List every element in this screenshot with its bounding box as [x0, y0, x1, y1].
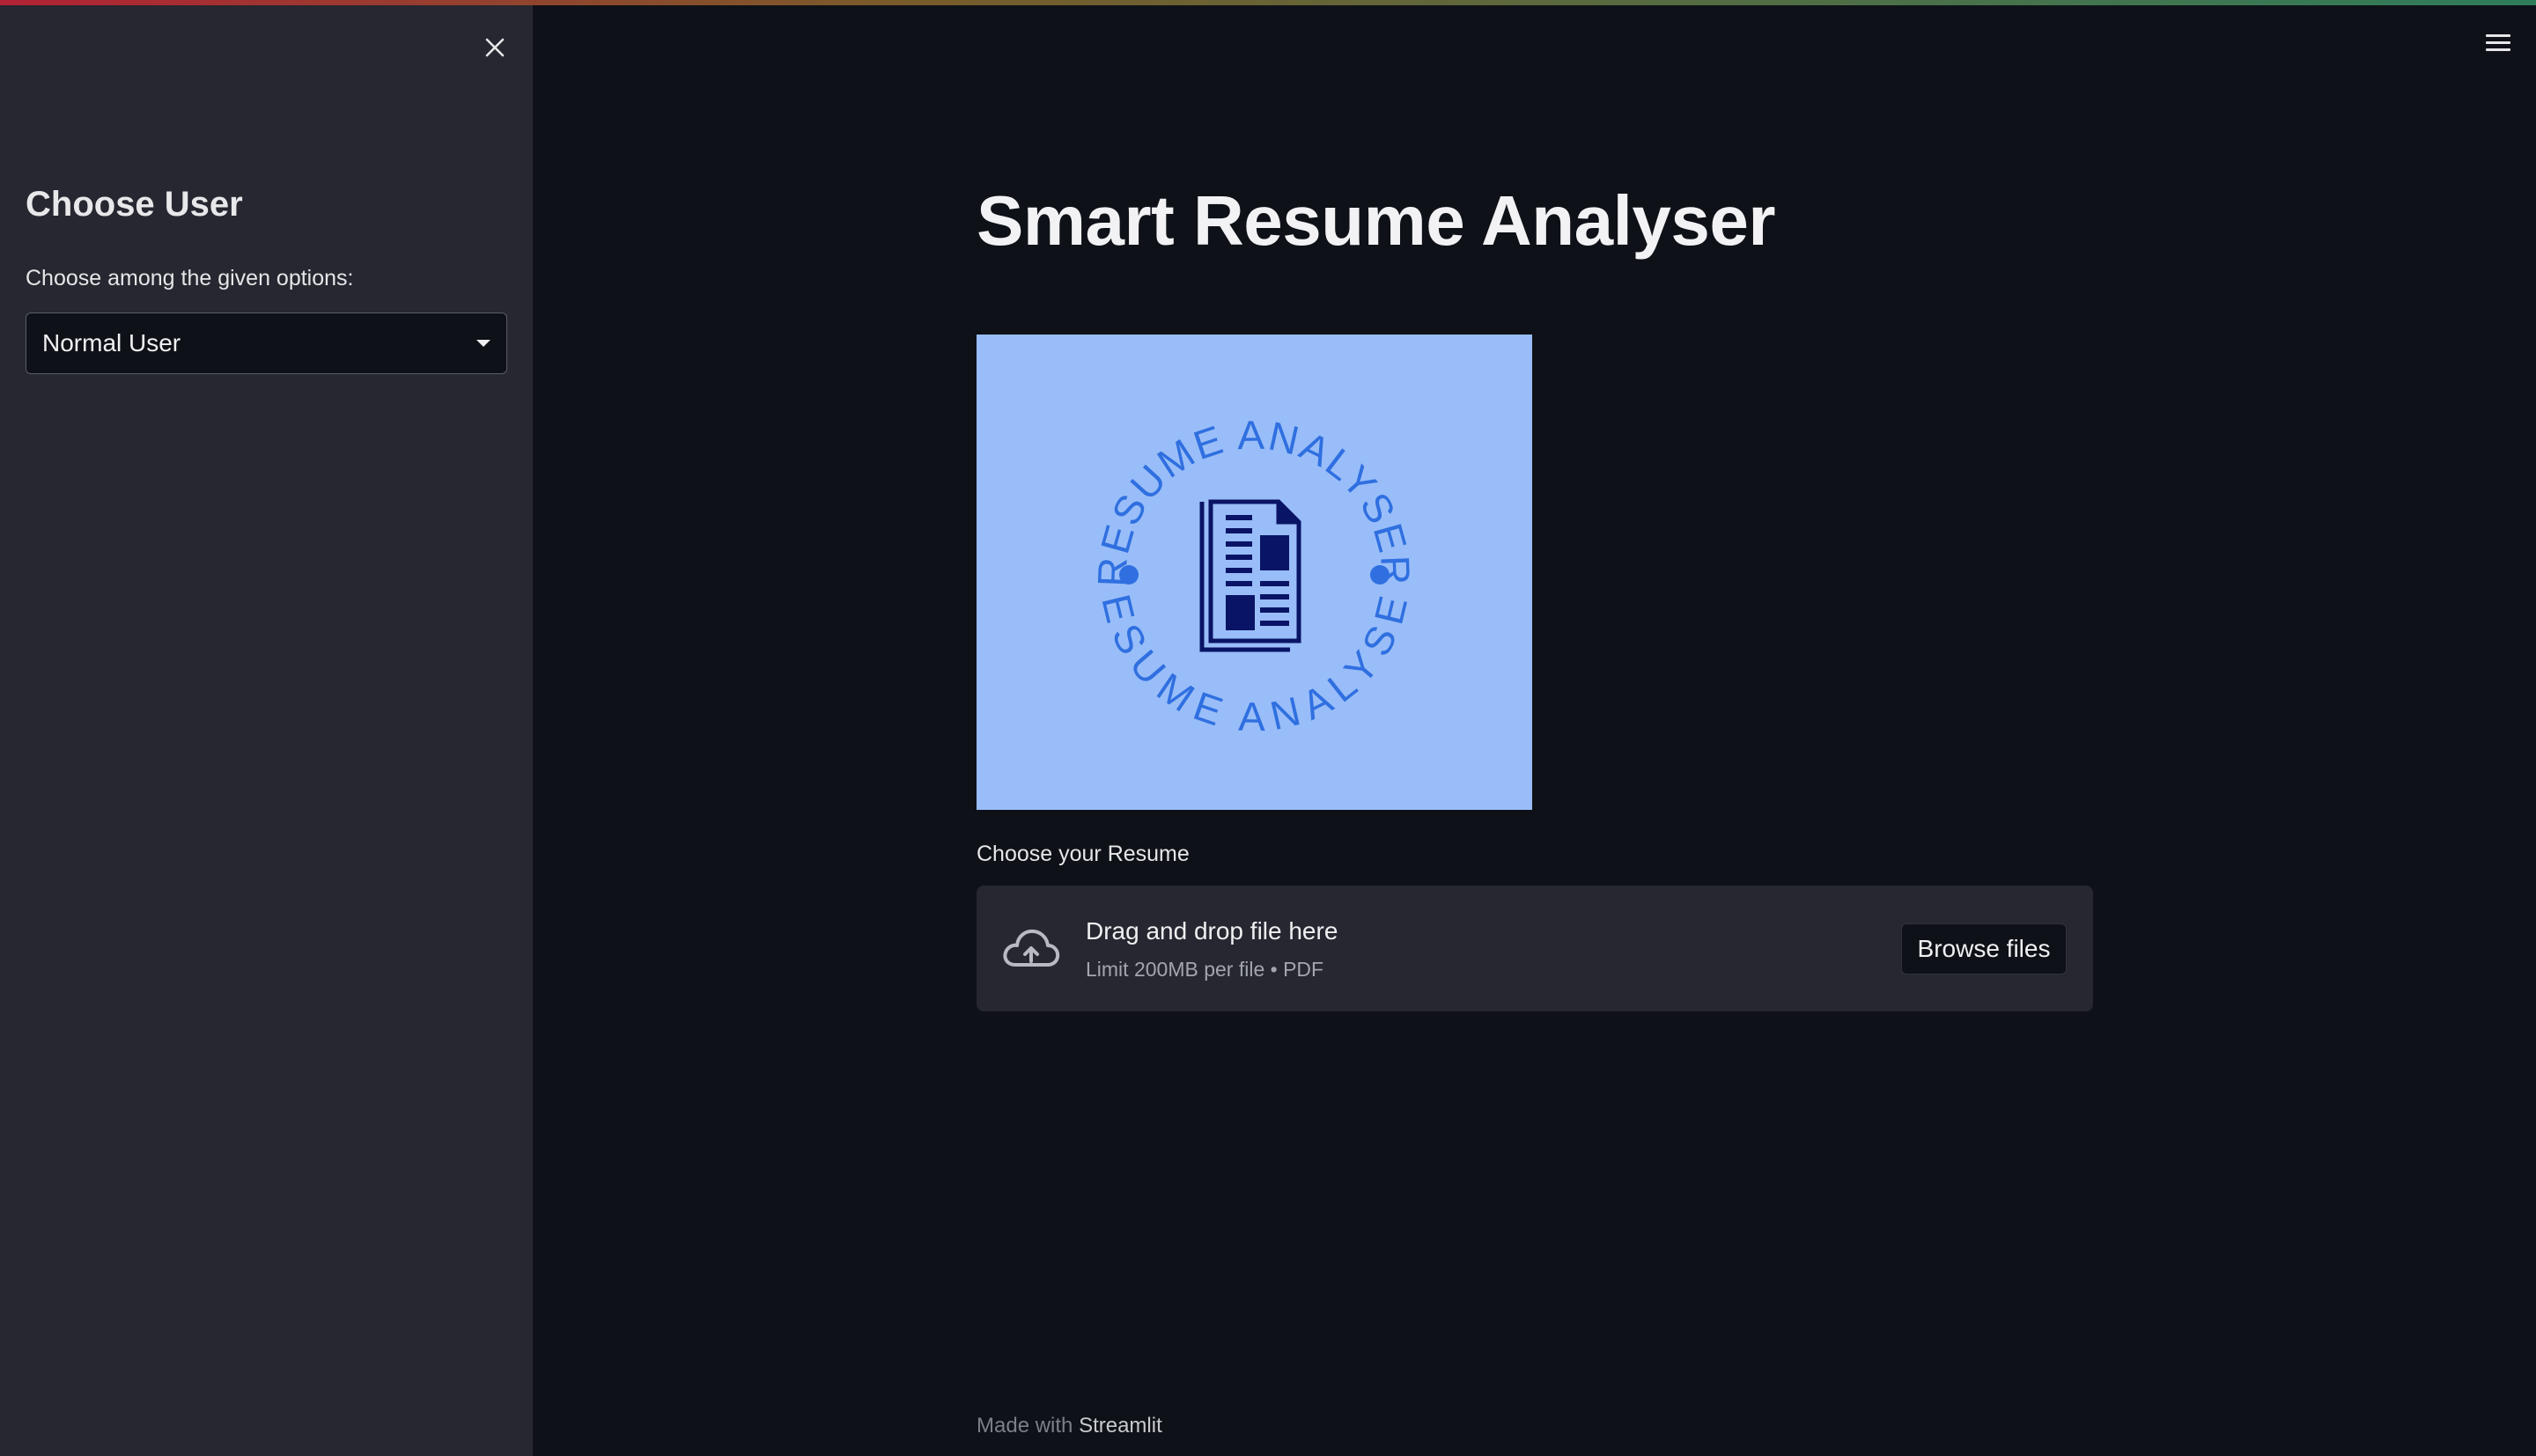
- caret-down-icon: [476, 340, 490, 347]
- page-title: Smart Resume Analyser: [977, 181, 1775, 260]
- resume-analyser-logo: RESUME ANALYSER RESUME ANALYSER: [961, 327, 1532, 810]
- streamlit-link[interactable]: Streamlit: [1079, 1414, 1162, 1438]
- hamburger-menu-icon-line: [2486, 41, 2510, 44]
- sidebar: Choose User Choose among the given optio…: [0, 0, 533, 1456]
- hamburger-menu-icon-line: [2486, 48, 2510, 51]
- logo-text-bottom: RESUME ANALYSER: [977, 335, 1416, 739]
- close-sidebar-button[interactable]: [476, 28, 514, 67]
- logo-graphic: RESUME ANALYSER RESUME ANALYSER: [961, 327, 1417, 739]
- user-type-select[interactable]: Normal User: [26, 313, 507, 374]
- resume-uploader-label: Choose your Resume: [977, 842, 1190, 866]
- footer: Made with Streamlit: [977, 1414, 1162, 1438]
- main-menu-button[interactable]: [2483, 30, 2513, 56]
- sidebar-title: Choose User: [26, 185, 243, 224]
- close-icon: [485, 38, 505, 57]
- user-select-label: Choose among the given options:: [26, 266, 354, 290]
- cloud-upload-icon: [1003, 929, 1060, 967]
- logo-dot-right: [1370, 565, 1390, 585]
- hamburger-menu-icon: [2486, 34, 2510, 37]
- file-dropzone[interactable]: Drag and drop file here Limit 200MB per …: [977, 886, 2093, 1011]
- footer-prefix: Made with: [977, 1414, 1073, 1438]
- user-type-select-value: Normal User: [42, 329, 181, 357]
- top-decoration-bar: [0, 0, 2536, 5]
- logo-dot-left: [1119, 565, 1139, 585]
- dropzone-subtitle: Limit 200MB per file • PDF: [1086, 958, 1324, 981]
- browse-files-button[interactable]: Browse files: [1901, 923, 2067, 974]
- dropzone-title: Drag and drop file here: [1086, 917, 1338, 945]
